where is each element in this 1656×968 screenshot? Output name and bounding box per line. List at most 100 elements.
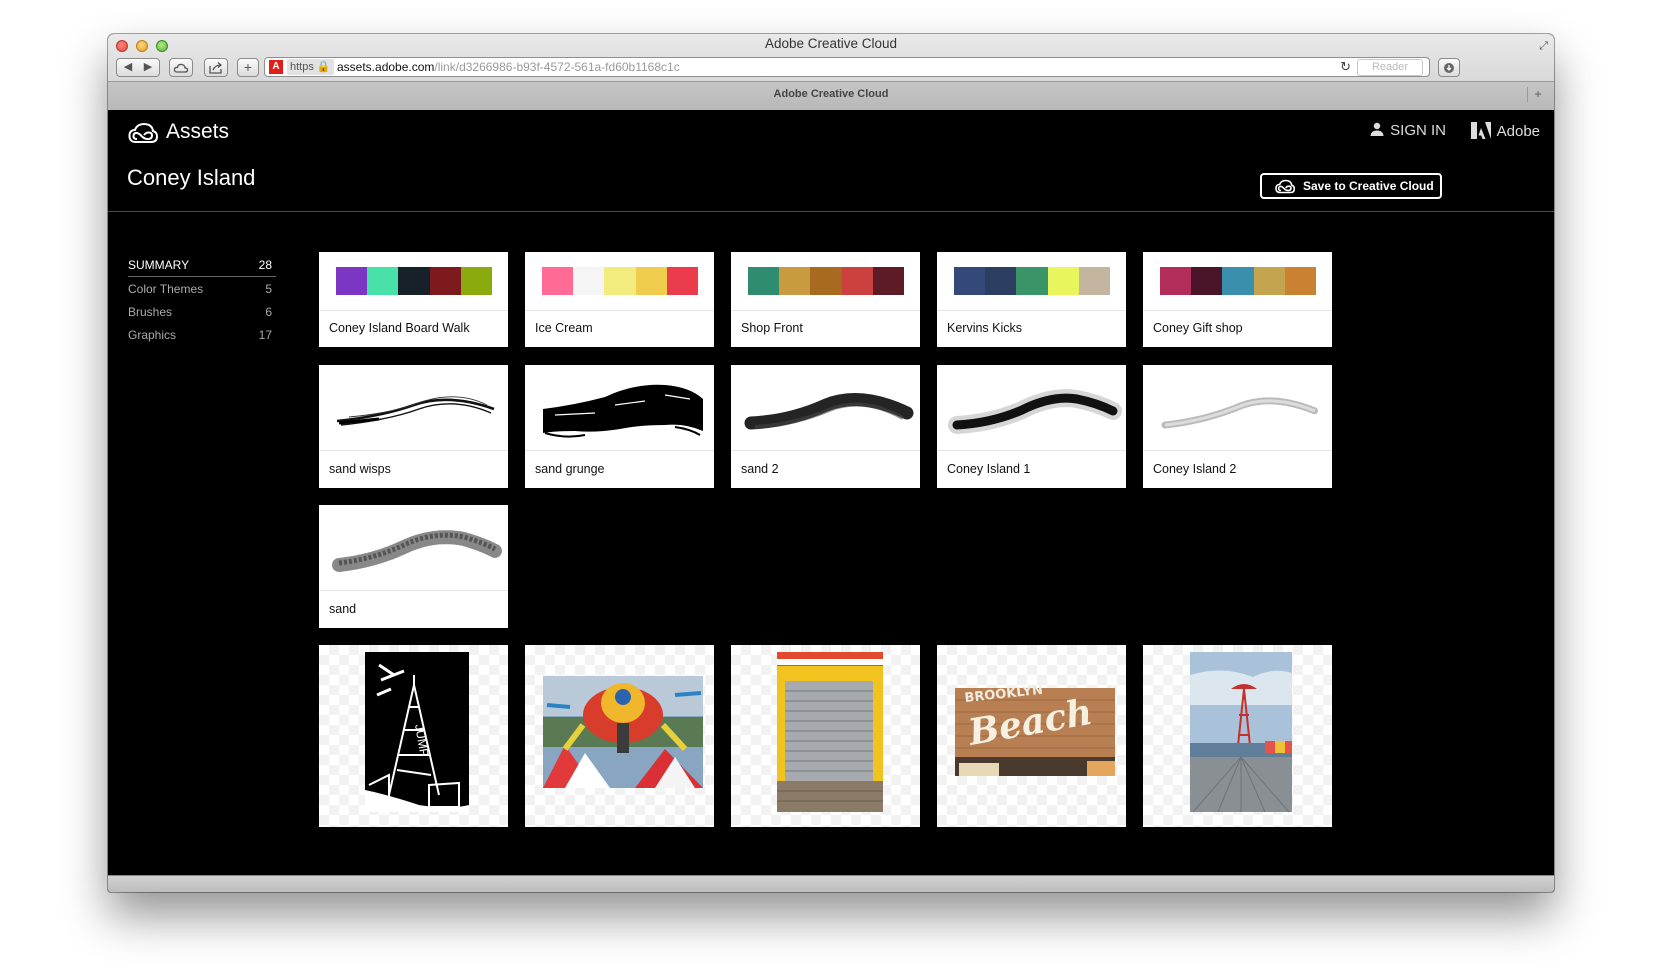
window-title: Adobe Creative Cloud [764,36,898,51]
card-title: Coney Island 1 [947,462,1031,476]
sidebar-item-brushes[interactable]: Brushes 6 [128,301,276,324]
thin-wisp-brush-stroke-icon [336,396,495,426]
amusement-ride-photo-icon [543,676,703,788]
adobe-label: Adobe [1496,123,1540,140]
swatch [460,267,493,295]
yellow-shuttered-shopfront-photo-icon [777,652,883,812]
sidebar-item-summary[interactable]: SUMMARY 28 [128,254,276,277]
tab-strip: Adobe Creative Cloud + [108,81,1554,110]
graphic-card[interactable]: BROOKLYN Beach [937,645,1126,827]
sidebar-item-graphics[interactable]: Graphics 17 [128,324,276,347]
black-and-white-tower-sketch-icon: JUMP [365,652,469,812]
person-icon [1370,122,1384,136]
card-title: sand grunge [535,462,605,476]
browser-window: Adobe Creative Cloud ⤢ ◀ ▶ + A https 🔒 as… [108,34,1554,892]
graphic-card[interactable]: JUMP [319,645,508,827]
page-title: Coney Island [127,165,256,190]
app-name[interactable]: Assets [166,120,229,144]
swatch [1253,267,1285,295]
forward-button[interactable]: ▶ [138,59,158,76]
reload-icon[interactable]: ↻ [1340,58,1351,76]
brush-card[interactable]: Coney Island 1 [937,365,1126,488]
sign-in-link[interactable]: SIGN IN [1370,122,1446,139]
swatch [1078,267,1111,295]
swatch [1222,267,1254,295]
brush-card[interactable]: Coney Island 2 [1143,365,1332,488]
swatch [604,267,636,295]
swatch [1016,267,1048,295]
https-badge: https 🔒 [287,59,334,75]
graphic-card[interactable] [1143,645,1332,827]
brush-card[interactable]: sand [319,505,508,628]
url-text[interactable]: assets.adobe.com/link/d3266986-b93f-4572… [337,58,680,76]
light-gray-brush-stroke-icon [1161,397,1319,429]
card-title: sand wisps [329,462,391,476]
brush-card[interactable]: sand 2 [731,365,920,488]
color-swatches [336,267,493,295]
downloads-button[interactable] [1438,58,1460,77]
color-theme-card[interactable]: Ice Cream [525,252,714,347]
back-forward-buttons: ◀ ▶ [116,58,160,77]
brush-card[interactable]: sand wisps [319,365,508,488]
add-bookmark-button[interactable]: + [237,58,259,77]
swatch [841,267,873,295]
color-theme-card[interactable]: Kervins Kicks [937,252,1126,347]
graphic-card[interactable] [731,645,920,827]
color-swatches [1160,267,1317,295]
color-swatches [748,267,905,295]
swatch [573,267,605,295]
sidebar-item-label: SUMMARY [128,258,190,272]
swatch [872,267,905,295]
graphic-card[interactable] [525,645,714,827]
sidebar-item-count: 28 [258,258,272,272]
brush-card[interactable]: sand grunge [525,365,714,488]
sidebar: SUMMARY 28 Color Themes 5 Brushes 6 Grap… [128,254,276,347]
creative-cloud-icon [1275,179,1295,194]
adobe-favicon-icon: A [269,60,283,74]
sidebar-item-label: Brushes [128,305,173,319]
back-button[interactable]: ◀ [118,59,138,76]
swatch [635,267,667,295]
share-icon [209,62,223,74]
card-title: Coney Island 2 [1153,462,1237,476]
swatch [779,267,811,295]
url-host: assets.adobe.com [337,60,435,74]
adobe-link[interactable]: Adobe [1470,122,1540,140]
browser-status-bar [108,875,1554,892]
color-theme-card[interactable]: Coney Island Board Walk [319,252,508,347]
swatch [1191,267,1223,295]
color-theme-card[interactable]: Coney Gift shop [1143,252,1332,347]
brooklyn-beach-sign-photo-icon: BROOKLYN Beach [955,683,1115,776]
save-to-creative-cloud-button[interactable]: Save to Creative Cloud [1260,173,1442,199]
browser-chrome: Adobe Creative Cloud ⤢ ◀ ▶ + A https 🔒 as… [108,34,1554,111]
sidebar-item-count: 6 [265,305,272,319]
color-theme-card[interactable]: Shop Front [731,252,920,347]
swatch [398,267,430,295]
sidebar-item-count: 5 [265,282,272,296]
soft-black-brush-stroke-icon [744,393,914,430]
header-divider [108,211,1554,212]
sidebar-item-label: Graphics [128,328,177,342]
icloud-tabs-button[interactable] [169,58,193,77]
new-tab-button[interactable]: + [1527,87,1548,102]
swatch [954,267,986,295]
card-title: Coney Island Board Walk [329,321,470,335]
tab-active[interactable]: Adobe Creative Cloud [108,88,1554,100]
share-button[interactable] [204,58,228,77]
address-bar[interactable]: A https 🔒 assets.adobe.com/link/d3266986… [264,57,1430,77]
adobe-logo-icon [1470,122,1491,139]
fullscreen-icon[interactable]: ⤢ [1539,40,1548,53]
card-title: Coney Gift shop [1153,321,1243,335]
sidebar-item-color-themes[interactable]: Color Themes 5 [128,278,276,301]
creative-cloud-logo-icon [128,122,158,143]
reader-button[interactable]: Reader [1357,59,1423,76]
swatch [1047,267,1079,295]
swatch [367,267,399,295]
fuzzy-black-brush-stroke-icon [948,389,1122,434]
sidebar-item-count: 17 [258,328,272,342]
grunge-brush-stroke-icon [543,384,703,438]
swatch [985,267,1017,295]
save-button-label: Save to Creative Cloud [1303,179,1434,193]
cloud-icon [173,63,189,73]
card-title: Shop Front [741,321,803,335]
